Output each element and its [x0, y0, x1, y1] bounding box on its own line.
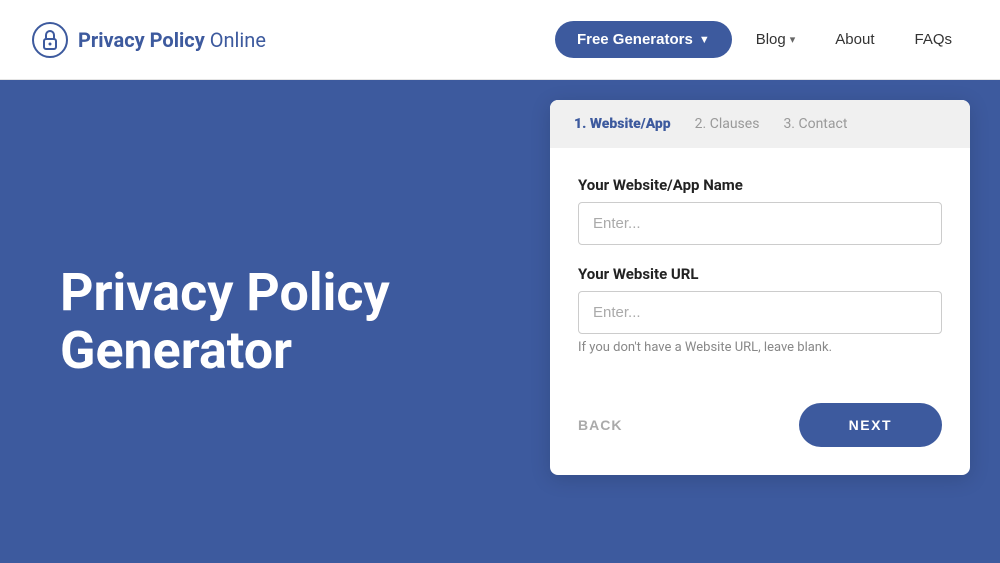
form-panel: 1. Website/App 2. Clauses 3. Contact You… [530, 80, 1000, 563]
logo-text: Privacy Policy Online [78, 28, 266, 52]
form-card: 1. Website/App 2. Clauses 3. Contact You… [550, 100, 970, 475]
url-input[interactable] [578, 291, 942, 334]
app-name-input[interactable] [578, 202, 942, 245]
hero-title: Privacy Policy Generator [60, 264, 390, 378]
nav-area: Free Generators ▼ Blog ▾ About FAQs [555, 21, 968, 58]
header: Privacy Policy Online Free Generators ▼ … [0, 0, 1000, 80]
steps-header: 1. Website/App 2. Clauses 3. Contact [550, 100, 970, 148]
faqs-label: FAQs [914, 31, 952, 48]
step-3[interactable]: 3. Contact [783, 116, 847, 132]
chevron-down-icon: ▼ [699, 34, 710, 46]
logo-text-bold: Privacy Policy [78, 28, 205, 52]
form-body: Your Website/App Name Your Website URL I… [550, 148, 970, 403]
blog-chevron-icon: ▾ [790, 33, 796, 46]
next-button[interactable]: NEXT [799, 403, 942, 447]
step-1[interactable]: 1. Website/App [574, 116, 671, 132]
logo-text-light: Online [205, 28, 266, 52]
blog-nav-link[interactable]: Blog ▾ [740, 21, 812, 58]
logo-area: Privacy Policy Online [32, 22, 555, 58]
free-generators-button[interactable]: Free Generators ▼ [555, 21, 732, 58]
form-actions: BACK NEXT [550, 403, 970, 475]
main-content: Privacy Policy Generator 1. Website/App … [0, 80, 1000, 563]
hero-title-line1: Privacy Policy [60, 262, 390, 323]
about-nav-link[interactable]: About [819, 21, 890, 58]
app-name-label: Your Website/App Name [578, 176, 942, 194]
free-generators-label: Free Generators [577, 31, 693, 48]
hero-title-line2: Generator [60, 320, 292, 381]
back-button[interactable]: BACK [578, 417, 622, 433]
about-label: About [835, 31, 874, 48]
blog-label: Blog [756, 31, 786, 48]
url-hint: If you don't have a Website URL, leave b… [578, 340, 942, 355]
step-2[interactable]: 2. Clauses [695, 116, 760, 132]
faqs-nav-link[interactable]: FAQs [898, 21, 968, 58]
url-label: Your Website URL [578, 265, 942, 283]
hero-panel: Privacy Policy Generator [0, 80, 530, 563]
logo-icon [32, 22, 68, 58]
